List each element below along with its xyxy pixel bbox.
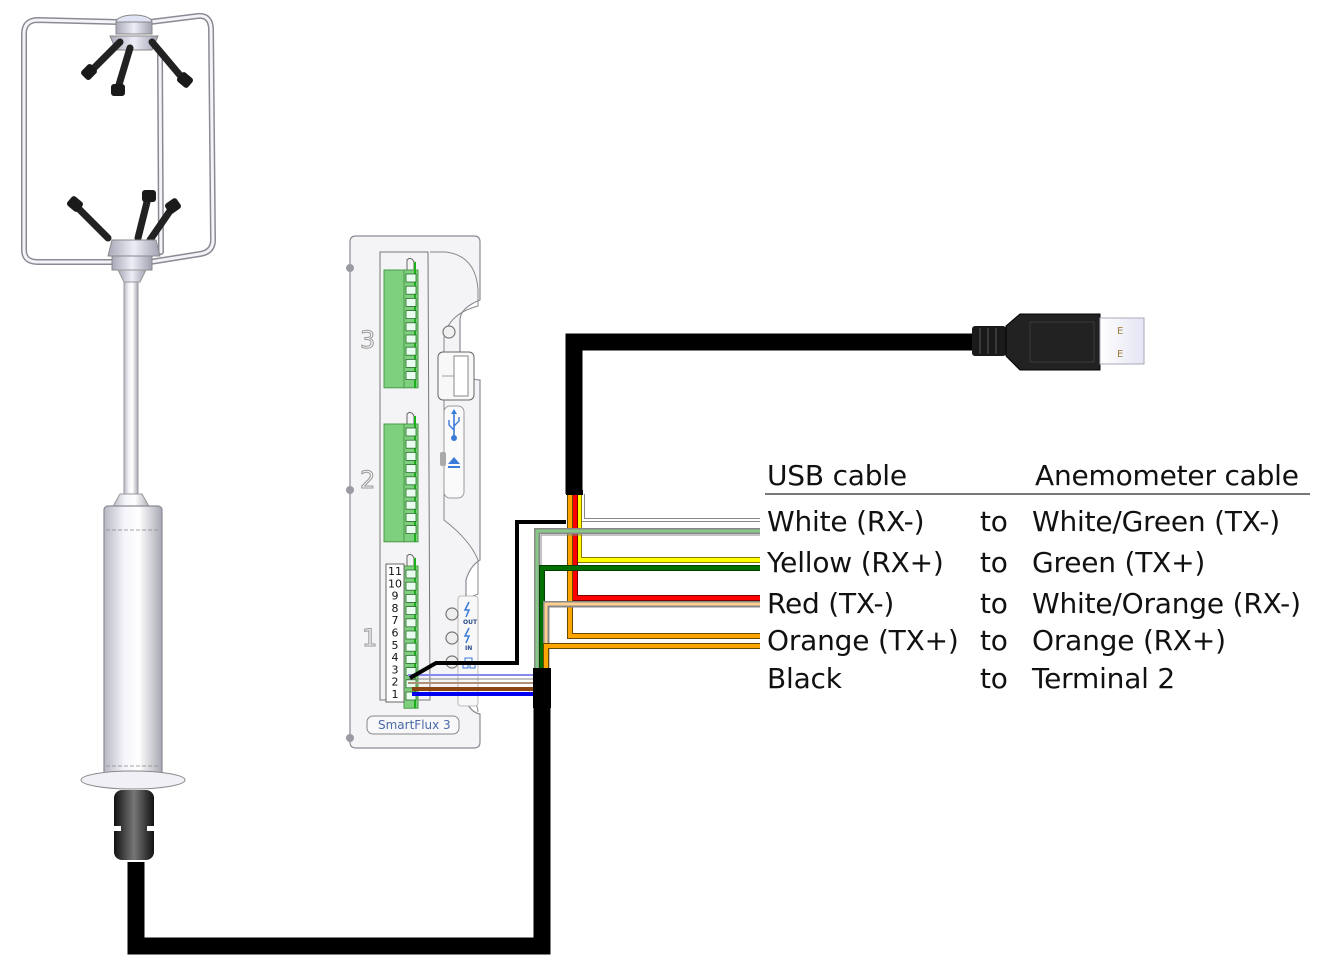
terminal-bank-3 — [383, 257, 419, 389]
anemometer-connector — [113, 790, 155, 860]
power-out-led — [445, 607, 459, 621]
legend-joiner: to — [980, 662, 1008, 695]
wiring-diagram: 3 2 1 11 10 9 8 7 6 5 4 3 2 1 OUT IN E E… — [0, 0, 1331, 965]
anemometer-cable — [127, 668, 551, 955]
terminal-screw[interactable] — [405, 655, 417, 664]
terminal-screw[interactable] — [405, 427, 417, 437]
terminal-screw[interactable] — [405, 630, 417, 640]
usb-pin-label-2: E — [1117, 349, 1123, 360]
terminal-block-body — [383, 269, 405, 389]
usb-plug: E E — [972, 313, 1145, 371]
terminal-bank-2 — [383, 411, 419, 543]
legend-anemometer-wire: White/Green (TX-) — [1032, 505, 1280, 538]
wire-anem-orange — [543, 643, 760, 668]
legend-usb-wire: Orange (TX+) — [767, 624, 959, 657]
terminal-screw[interactable] — [405, 464, 417, 474]
terminal-block-body — [383, 423, 405, 543]
terminal-screw[interactable] — [405, 500, 417, 510]
terminal-screw[interactable] — [405, 371, 417, 381]
anemometer — [21, 12, 216, 860]
svg-text:IN: IN — [465, 645, 472, 652]
legend-header-usb: USB cable — [767, 459, 907, 492]
terminal-screw[interactable] — [405, 525, 417, 534]
legend-joiner: to — [980, 505, 1008, 538]
terminal-screw[interactable] — [405, 297, 417, 307]
terminal-number: 2 — [392, 676, 399, 689]
bottom-transducers — [67, 190, 181, 244]
anemometer-body — [103, 505, 163, 783]
terminal-number: 5 — [392, 639, 399, 652]
terminal-screw[interactable] — [405, 513, 417, 522]
legend-joiner: to — [980, 546, 1008, 579]
legend-header-anemometer: Anemometer cable — [1035, 459, 1299, 492]
usb-plug-strain-relief — [972, 326, 1006, 356]
legend-usb-wire: Black — [767, 662, 842, 695]
legend-joiner: to — [980, 587, 1008, 620]
legend-usb-wire: Red (TX-) — [767, 587, 895, 620]
wire-usb-red-core — [573, 494, 760, 600]
legend-anemometer-wire: White/Orange (RX-) — [1032, 587, 1301, 620]
terminal-screw[interactable] — [405, 594, 417, 603]
wire-usb-yellow-core — [577, 494, 760, 562]
terminal-screw[interactable] — [405, 488, 417, 498]
bank-1-label: 1 — [362, 624, 377, 652]
terminal-screw[interactable] — [405, 322, 417, 332]
legend-usb-wire: White (RX-) — [767, 505, 925, 538]
legend-joiner: to — [980, 624, 1008, 657]
legend-anemometer-wire: Terminal 2 — [1032, 662, 1176, 695]
terminal-number: 4 — [392, 651, 399, 664]
terminal-bank-1 — [403, 553, 419, 709]
svg-text:OUT: OUT — [463, 619, 478, 626]
terminal-screw[interactable] — [405, 618, 417, 628]
terminal-number: 8 — [392, 602, 399, 615]
wire-usb-red — [572, 494, 760, 601]
terminal-number: 6 — [392, 627, 399, 640]
anemometer-cable-end — [533, 668, 551, 708]
terminal-screw[interactable] — [405, 439, 417, 449]
legend-anemometer-wire: Green (TX+) — [1032, 546, 1206, 579]
wire-usb-white — [581, 494, 760, 522]
terminal-number: 7 — [392, 614, 399, 627]
terminal-number: 3 — [392, 663, 399, 676]
terminal-screw[interactable] — [405, 569, 417, 579]
usb-cable-end — [566, 490, 583, 495]
terminal-screw[interactable] — [405, 476, 417, 486]
terminal-screw[interactable] — [405, 310, 417, 320]
terminal-number: 11 — [388, 565, 402, 578]
anemometer-mast — [123, 281, 139, 495]
legend-header-rule — [765, 493, 1310, 495]
smartflux-device: 3 2 1 1110987654321 OUT IN — [346, 235, 481, 749]
terminal-screw[interactable] — [405, 581, 417, 591]
device-label: SmartFlux 3 — [378, 718, 451, 732]
wire-usb-white-core — [582, 494, 760, 521]
anemometer-frame — [21, 12, 216, 265]
status-led — [442, 325, 456, 339]
terminal-number: 10 — [388, 577, 402, 590]
bank-3-label: 3 — [360, 326, 375, 354]
legend-usb-wire: Yellow (RX+) — [767, 546, 944, 579]
terminal-screw[interactable] — [405, 334, 417, 344]
legend-anemometer-wire: Orange (RX+) — [1032, 624, 1226, 657]
mounting-flange — [80, 770, 186, 790]
terminal-screw[interactable] — [405, 346, 417, 356]
terminal-screw[interactable] — [405, 642, 417, 652]
terminal-screw[interactable] — [405, 606, 417, 615]
usb-pin-label-1: E — [1117, 326, 1123, 337]
terminal-number: 9 — [392, 590, 399, 603]
bank-2-label: 2 — [360, 466, 375, 494]
terminal-screw[interactable] — [405, 285, 417, 295]
usb-port[interactable] — [437, 351, 475, 401]
wire-usb-yellow — [576, 494, 760, 563]
bottom-transducer-hub — [107, 239, 161, 283]
terminal-screw[interactable] — [405, 451, 417, 461]
terminal-number: 1 — [392, 688, 399, 701]
power-in-led — [445, 631, 459, 645]
terminal-screw[interactable] — [405, 273, 417, 283]
wire-anem-orange-core — [544, 644, 760, 668]
terminal-bank-1-numbers: 1110987654321 — [385, 563, 405, 703]
terminal-screw[interactable] — [405, 358, 417, 368]
